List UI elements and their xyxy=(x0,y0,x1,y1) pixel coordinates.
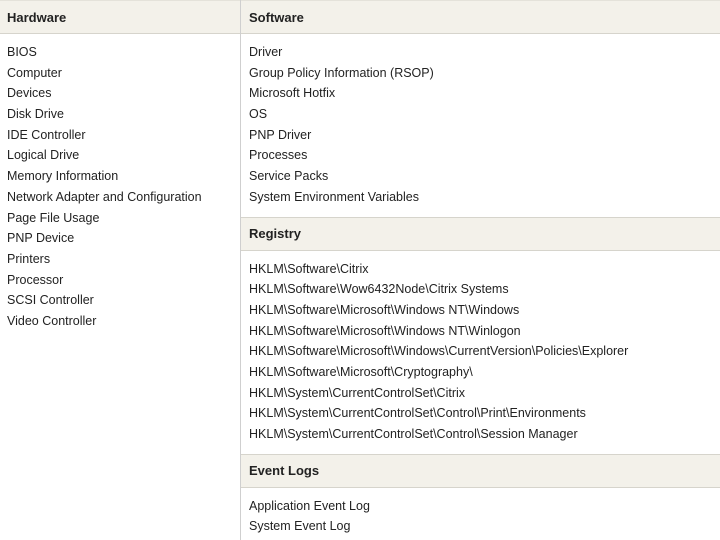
hardware-item: BIOS xyxy=(7,45,37,59)
software-item: PNP Driver xyxy=(249,127,312,142)
registry-item: HKLM\Software\Wow6432Node\Citrix Systems xyxy=(249,282,509,297)
software-list: Driver Group Policy Information (RSOP) M… xyxy=(241,34,720,217)
registry-item: HKLM\Software\Microsoft\Windows NT\Winlo… xyxy=(249,323,521,338)
hardware-header: Hardware xyxy=(0,0,240,34)
inventory-page: Hardware BIOS Computer Devices Disk Driv… xyxy=(0,0,720,540)
hardware-item: IDE Controller xyxy=(7,127,86,142)
registry-item: HKLM\Software\Microsoft\Windows\CurrentV… xyxy=(249,344,629,359)
registry-header: Registry xyxy=(241,216,720,251)
hardware-item: Logical Drive xyxy=(7,148,80,163)
software-item: Microsoft Hotfix xyxy=(249,86,336,101)
registry-item: HKLM\Software\Citrix xyxy=(249,261,369,276)
event-log-item: Application Event Log xyxy=(249,498,370,513)
hardware-item: Devices xyxy=(7,86,52,101)
software-item: Group Policy Information (RSOP) xyxy=(249,65,434,80)
software-item: Processes xyxy=(249,148,308,163)
software-item: Service Packs xyxy=(249,169,329,184)
hardware-item: Disk Drive xyxy=(7,107,64,122)
hardware-item: Memory Information xyxy=(7,169,119,184)
event-logs-list: Application Event Log System Event Log xyxy=(241,488,720,540)
software-header: Software xyxy=(241,0,720,34)
event-log-item: System Event Log xyxy=(249,519,351,534)
software-item: System Environment Variables xyxy=(249,189,419,204)
hardware-item: Network Adapter and Configuration xyxy=(7,189,202,204)
software-item: OS xyxy=(249,107,268,122)
hardware-list: BIOS Computer Devices Disk Drive IDE Con… xyxy=(0,34,240,341)
hardware-item: Page File Usage xyxy=(7,210,100,225)
software-item: Driver xyxy=(249,45,283,59)
registry-list: HKLM\Software\Citrix HKLM\Software\Wow64… xyxy=(241,251,720,454)
registry-item: HKLM\System\CurrentControlSet\Citrix xyxy=(249,385,466,400)
hardware-item: SCSI Controller xyxy=(7,293,94,308)
event-logs-header: Event Logs xyxy=(241,453,720,488)
registry-item: HKLM\Software\Microsoft\Windows NT\Windo… xyxy=(249,302,520,317)
hardware-item: Processor xyxy=(7,272,64,287)
hardware-item: Printers xyxy=(7,251,51,266)
registry-item: HKLM\Software\Microsoft\Cryptography\ xyxy=(249,364,473,379)
software-column: Software Driver Group Policy Information… xyxy=(241,0,720,540)
registry-item: HKLM\System\CurrentControlSet\Control\Se… xyxy=(249,427,578,441)
hardware-item: Video Controller xyxy=(7,313,97,328)
hardware-item: Computer xyxy=(7,65,62,80)
hardware-item: PNP Device xyxy=(7,231,75,246)
hardware-column: Hardware BIOS Computer Devices Disk Driv… xyxy=(0,0,241,540)
registry-item: HKLM\System\CurrentControlSet\Control\Pr… xyxy=(249,406,586,421)
